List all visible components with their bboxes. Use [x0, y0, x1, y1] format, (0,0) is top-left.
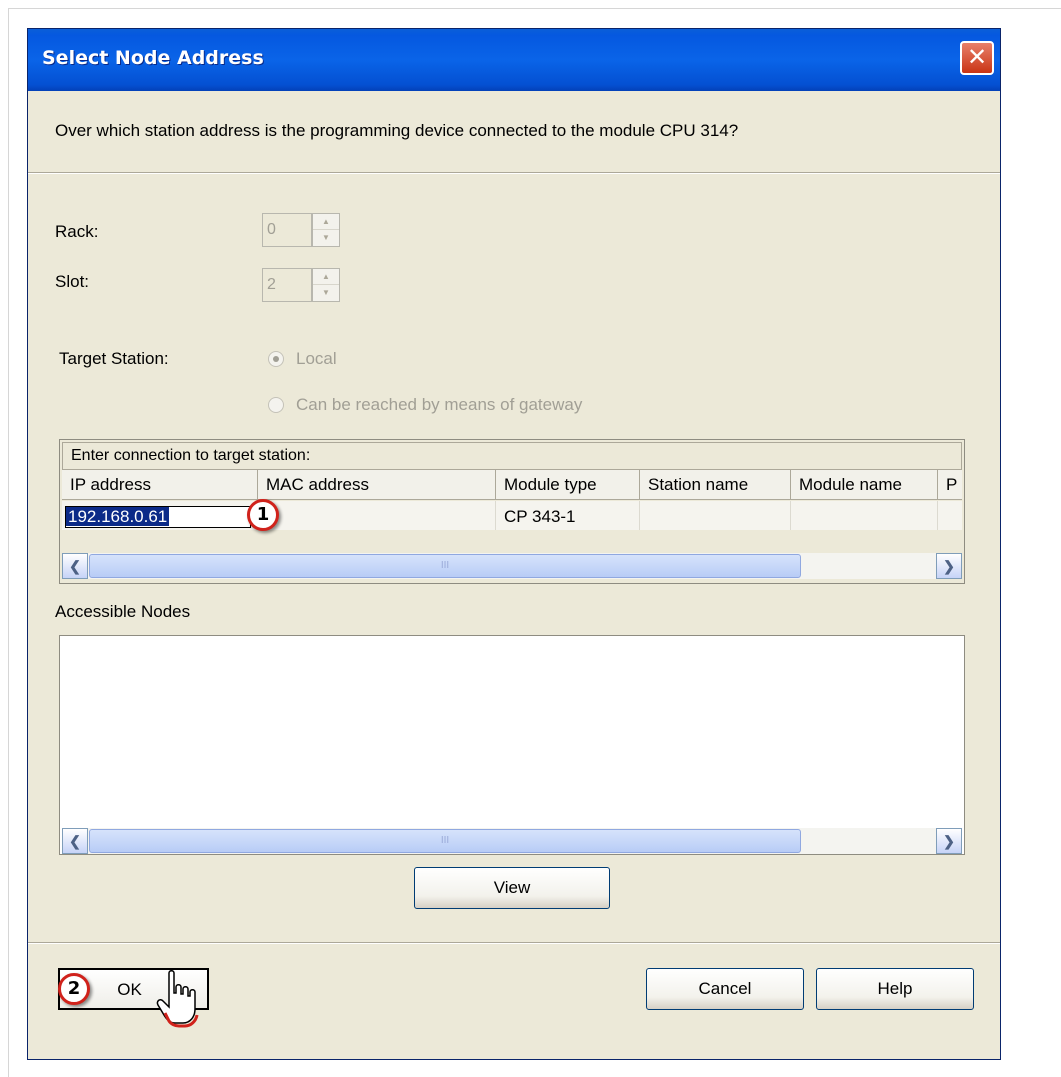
radio-gateway-label: Can be reached by means of gateway [296, 395, 583, 414]
scroll-left-icon[interactable]: ❮ [62, 828, 88, 854]
slot-field[interactable]: 2 [262, 268, 312, 302]
spin-up-icon[interactable]: ▲ [313, 269, 339, 285]
separator-bottom [28, 942, 1000, 944]
view-button[interactable]: View [414, 867, 610, 909]
accessible-nodes-scrollbar[interactable]: ❮ III ❯ [62, 828, 962, 854]
radio-gateway[interactable]: Can be reached by means of gateway [268, 395, 582, 415]
column-ip-address[interactable]: IP address [62, 470, 258, 500]
p-cell[interactable] [938, 501, 962, 530]
cancel-button[interactable]: Cancel [646, 968, 804, 1010]
radio-checked-icon[interactable] [268, 351, 284, 367]
connection-table-caption: Enter connection to target station: [62, 442, 962, 470]
spin-down-icon[interactable]: ▼ [313, 285, 339, 300]
radio-local[interactable]: Local [268, 349, 337, 369]
rack-label: Rack: [55, 222, 99, 241]
slot-spin-buttons[interactable]: ▲ ▼ [312, 268, 340, 302]
separator-top [28, 172, 1000, 174]
title-bar[interactable]: Select Node Address ✕ [28, 29, 1000, 91]
connection-table[interactable]: Enter connection to target station: IP a… [59, 439, 965, 584]
ip-address-cell[interactable]: 192.168.0.61 [62, 501, 258, 530]
ip-address-input[interactable]: 192.168.0.61 [65, 506, 251, 528]
mac-address-cell[interactable] [258, 501, 496, 530]
scroll-right-icon[interactable]: ❯ [936, 553, 962, 579]
column-station-name[interactable]: Station name [640, 470, 791, 500]
radio-unchecked-icon[interactable] [268, 397, 284, 413]
frame-border-top [8, 8, 1061, 9]
hand-cursor-icon [156, 970, 199, 1028]
radio-local-label: Local [296, 349, 337, 368]
scroll-thumb[interactable]: III [89, 829, 801, 853]
connection-table-scrollbar[interactable]: ❮ III ❯ [62, 553, 962, 579]
slot-spinner[interactable]: 2 ▲ ▼ [262, 268, 340, 302]
module-name-cell[interactable] [791, 501, 938, 530]
close-icon: ✕ [966, 43, 988, 71]
rack-spin-buttons[interactable]: ▲ ▼ [312, 213, 340, 247]
spin-up-icon[interactable]: ▲ [313, 214, 339, 230]
frame-border-left [8, 8, 9, 1077]
scroll-left-icon[interactable]: ❮ [62, 553, 88, 579]
scroll-thumb[interactable]: III [89, 554, 801, 578]
column-module-name[interactable]: Module name [791, 470, 938, 500]
accessible-nodes-list[interactable]: ❮ III ❯ [59, 635, 965, 855]
accessible-nodes-label: Accessible Nodes [55, 602, 191, 621]
column-mac-address[interactable]: MAC address [258, 470, 496, 500]
target-station-label: Target Station: [59, 349, 169, 368]
close-button[interactable]: ✕ [960, 41, 994, 75]
help-button[interactable]: Help [816, 968, 974, 1010]
table-header: IP address MAC address Module type Stati… [62, 470, 962, 500]
dialog-title: Select Node Address [42, 47, 264, 69]
ip-address-value: 192.168.0.61 [66, 507, 170, 526]
slot-label: Slot: [55, 272, 90, 291]
rack-spinner[interactable]: 0 ▲ ▼ [262, 213, 340, 247]
module-type-cell[interactable]: CP 343-1 [496, 501, 640, 530]
column-p[interactable]: P [938, 470, 962, 500]
column-module-type[interactable]: Module type [496, 470, 640, 500]
annotation-badge-1: 1 [247, 499, 279, 531]
spin-down-icon[interactable]: ▼ [313, 230, 339, 245]
scroll-right-icon[interactable]: ❯ [936, 828, 962, 854]
table-row[interactable]: 192.168.0.61 CP 343-1 [62, 501, 962, 530]
select-node-address-dialog: Select Node Address ✕ Over which station… [27, 28, 1001, 1060]
rack-field[interactable]: 0 [262, 213, 312, 247]
annotation-badge-2: 2 [58, 973, 90, 1005]
ok-label: OK [117, 980, 142, 999]
question-text: Over which station address is the progra… [55, 121, 739, 140]
station-name-cell[interactable] [640, 501, 791, 530]
